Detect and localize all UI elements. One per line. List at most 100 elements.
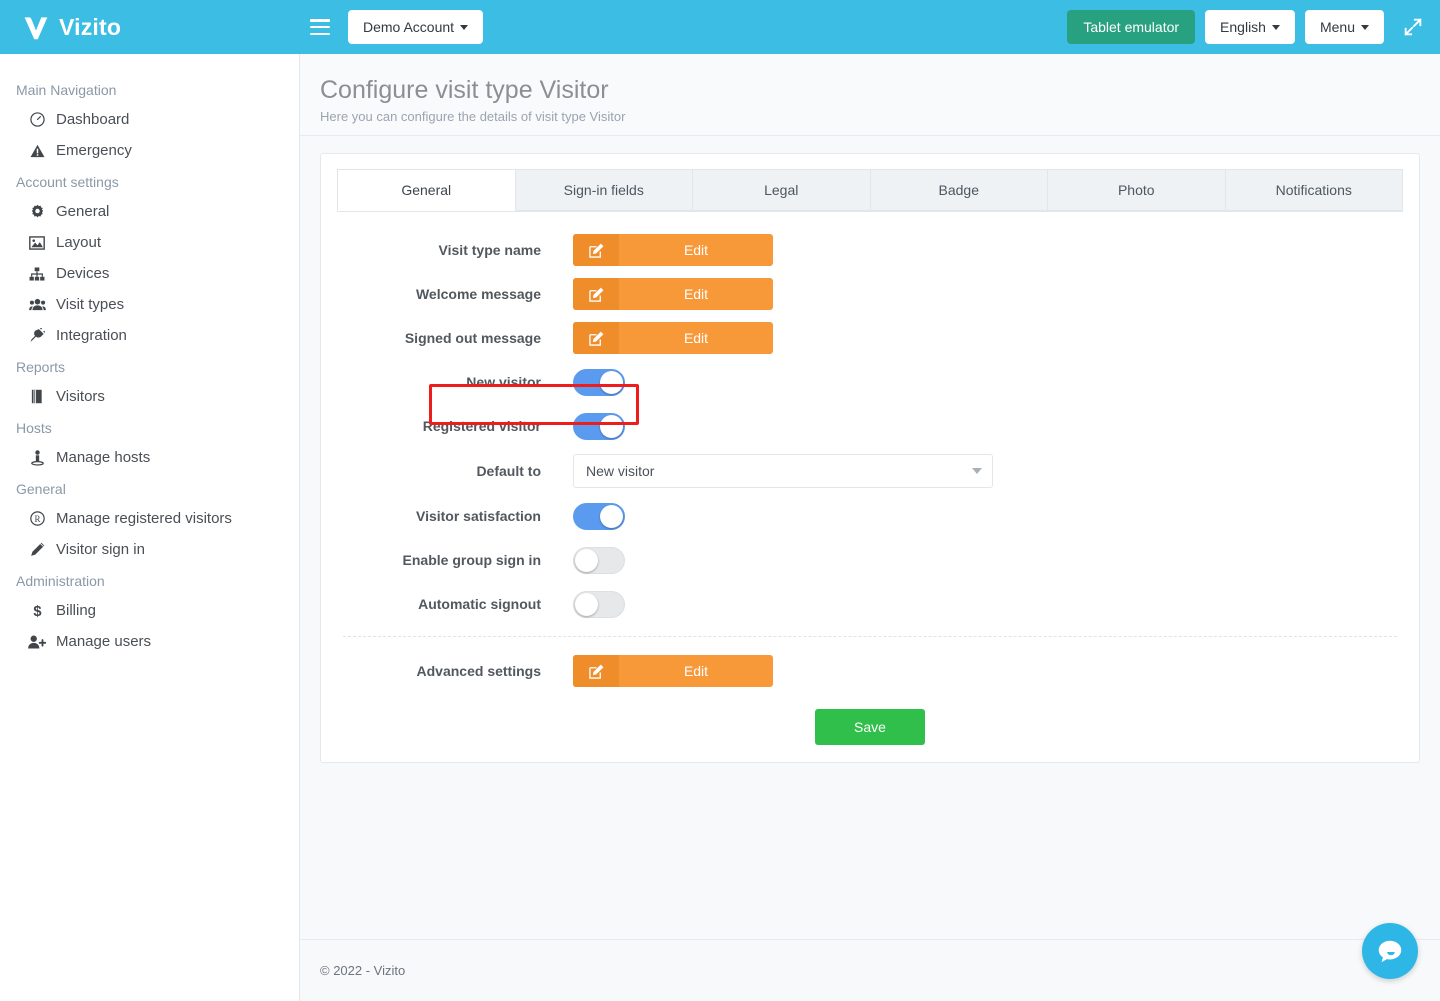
toggle-new-visitor[interactable] [573, 368, 625, 396]
toggle-visitor-satisfaction[interactable] [573, 502, 625, 530]
menu-dropdown-button[interactable]: Menu [1304, 10, 1384, 44]
page-header: Configure visit type Visitor Here you ca… [300, 54, 1440, 136]
sidebar-item-general[interactable]: General [0, 196, 299, 227]
chevron-down-icon [1271, 24, 1280, 30]
tab-bar: General Sign-in fields Legal Badge Photo Noti… [337, 169, 1403, 212]
sidebar-item-manage-users[interactable]: Manage users [0, 626, 299, 657]
edit-pencil-square-icon [573, 655, 619, 687]
gear-icon [26, 204, 48, 220]
edit-button-advanced-settings[interactable]: Edit [573, 655, 773, 687]
toggle-automatic-signout[interactable] [573, 590, 625, 618]
sidebar-item-label: Visitors [56, 388, 105, 405]
sidebar-item-label: Manage users [56, 633, 152, 650]
edit-button-signed-out-message[interactable]: Edit [573, 322, 773, 354]
chat-widget-button[interactable] [1362, 923, 1418, 979]
sidebar: Main Navigation Dashboard Emergency Account… [0, 54, 300, 1001]
vizito-logo-icon [24, 17, 48, 40]
select-default-to[interactable]: New visitor [573, 454, 993, 488]
plug-icon [26, 328, 48, 344]
users-icon [26, 297, 48, 313]
form-label: Default to [476, 463, 541, 479]
form-control [573, 590, 625, 618]
toggle-knob [600, 414, 623, 438]
sidebar-item-label: Billing [56, 602, 97, 619]
sidebar-item-visitor-sign-in[interactable]: Visitor sign in [0, 534, 299, 565]
save-row: Save [337, 709, 1403, 745]
page-title: Configure visit type Visitor [320, 76, 609, 104]
form-control [573, 412, 625, 440]
tab-badge[interactable]: Badge [870, 169, 1048, 211]
pencil-icon [26, 542, 48, 558]
fullscreen-expand-icon[interactable] [1402, 16, 1424, 38]
sidebar-item-integration[interactable]: Integration [0, 320, 299, 351]
brand: Vizito [0, 0, 300, 54]
sidebar-item-label: Integration [56, 327, 127, 344]
form-label: Signed out message [404, 330, 541, 346]
toggle-enable-group-sign-in[interactable] [573, 546, 625, 574]
form-label: Visit type name [438, 242, 541, 258]
form-control: Edit [573, 278, 773, 310]
sidebar-item-layout[interactable]: Layout [0, 227, 299, 258]
sidebar-group-heading: Administration [16, 573, 105, 589]
menu-toggle-icon[interactable] [310, 19, 330, 35]
form-row-new-visitor: New visitor [343, 366, 1397, 398]
form-label: Advanced settings [416, 663, 541, 679]
edit-button-visit-type-name[interactable]: Edit [573, 234, 773, 266]
svg-text:$: $ [33, 604, 41, 619]
brand-name: Vizito [59, 13, 122, 40]
tab-notifications[interactable]: Notifications [1225, 169, 1403, 211]
select-value: New visitor [586, 463, 655, 479]
account-dropdown-label: Demo Account [363, 19, 455, 35]
edit-button-welcome-message[interactable]: Edit [573, 278, 773, 310]
form-label: Welcome message [415, 286, 541, 302]
tab-photo[interactable]: Photo [1048, 169, 1226, 211]
form-control [573, 368, 625, 396]
footer: © 2022 - Vizito [300, 939, 1440, 1001]
form-label: Registered visitor [422, 418, 541, 434]
page-subtitle: Here you can configure the details of vi… [320, 108, 626, 124]
save-button[interactable]: Save [815, 709, 925, 745]
sidebar-item-label: Dashboard [56, 111, 130, 128]
language-dropdown-button[interactable]: English [1205, 10, 1295, 44]
account-dropdown-button[interactable]: Demo Account [348, 10, 484, 44]
chevron-down-icon [460, 24, 469, 30]
toggle-knob [600, 504, 623, 528]
settings-card: General Sign-in fields Legal Badge Photo Noti… [320, 153, 1420, 763]
main-content: Configure visit type Visitor Here you ca… [300, 54, 1440, 1001]
sidebar-item-label: Layout [56, 234, 102, 251]
edit-button-label: Edit [683, 242, 709, 258]
sidebar-item-visitors[interactable]: Visitors [0, 381, 299, 412]
registered-icon: R [26, 511, 48, 527]
form-row-enable-group-sign-in: Enable group sign in [343, 544, 1397, 576]
sidebar-group-heading: Hosts [16, 420, 52, 436]
form-row-visit-type-name: Visit type name Edit [343, 234, 1397, 266]
language-label: English [1220, 19, 1266, 35]
sidebar-item-label: Manage hosts [56, 449, 151, 466]
sidebar-item-emergency[interactable]: Emergency [0, 135, 299, 166]
warning-icon [26, 143, 48, 159]
form-control [573, 502, 625, 530]
sidebar-item-label: Visit types [56, 296, 125, 313]
sidebar-item-manage-registered-visitors[interactable]: R Manage registered visitors [0, 503, 299, 534]
tab-legal[interactable]: Legal [693, 169, 871, 211]
chevron-down-icon [1361, 24, 1369, 30]
form-control: Edit [573, 655, 773, 687]
chat-bubble-icon [1378, 940, 1402, 963]
sidebar-item-devices[interactable]: Devices [0, 258, 299, 289]
sidebar-item-billing[interactable]: $ Billing [0, 595, 299, 626]
form-control [573, 546, 625, 574]
menu-label: Menu [1319, 19, 1355, 35]
sidebar-item-manage-hosts[interactable]: Manage hosts [0, 442, 299, 473]
image-icon [26, 235, 48, 251]
user-plus-icon [26, 634, 48, 650]
sidebar-group-heading: Main Navigation [16, 82, 117, 98]
sidebar-item-visit-types[interactable]: Visit types [0, 289, 299, 320]
form-row-default-to: Default to New visitor [343, 454, 1397, 488]
sidebar-item-label: Visitor sign in [56, 541, 145, 558]
tab-sign-in-fields[interactable]: Sign-in fields [515, 169, 693, 211]
tab-general[interactable]: General [337, 169, 516, 211]
tablet-emulator-button[interactable]: Tablet emulator [1067, 10, 1196, 44]
toggle-registered-visitor[interactable] [573, 412, 625, 440]
chevron-down-icon [972, 468, 982, 474]
sidebar-item-dashboard[interactable]: Dashboard [0, 104, 299, 135]
